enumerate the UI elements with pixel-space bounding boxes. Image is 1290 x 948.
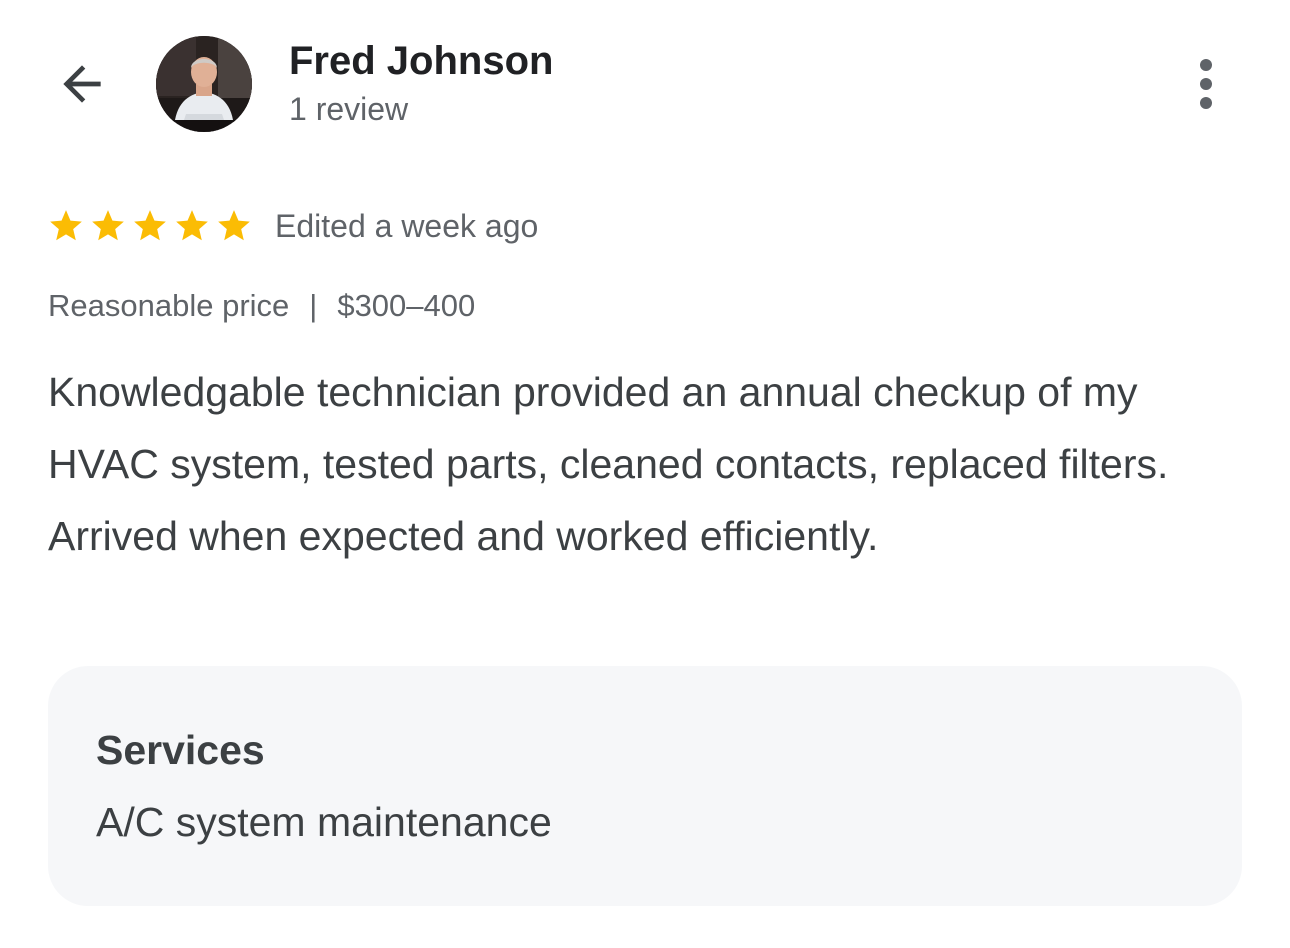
rating-row: Edited a week ago: [47, 204, 538, 248]
more-vert-icon: [1200, 59, 1212, 71]
services-card: Services A/C system maintenance: [48, 666, 1242, 906]
avatar[interactable]: [156, 36, 252, 132]
star-icon: [92, 210, 124, 241]
more-vert-icon-dot: [1200, 97, 1212, 109]
price-label: Reasonable price: [48, 288, 290, 323]
back-button[interactable]: [50, 52, 114, 116]
price-separator: |: [309, 288, 318, 323]
author-name[interactable]: Fred Johnson: [289, 36, 553, 86]
services-value: A/C system maintenance: [96, 799, 552, 845]
more-vert-icon-dot: [1200, 78, 1212, 90]
author-info: Fred Johnson 1 review: [289, 36, 553, 130]
price-range: $300–400: [337, 288, 476, 323]
review-text: Knowledgable technician provided an annu…: [48, 369, 1169, 559]
avatar-photo: [156, 36, 252, 132]
services-title: Services: [96, 727, 265, 773]
star-icon: [134, 210, 166, 241]
arrow-left-icon: [63, 65, 101, 103]
price-row: Reasonable price | $300–400: [48, 284, 475, 328]
star-icon: [176, 210, 208, 241]
more-options-button[interactable]: [1176, 52, 1236, 116]
edited-timestamp: Edited a week ago: [275, 207, 539, 244]
star-rating: [47, 207, 253, 245]
star-icon: [218, 210, 250, 241]
review-count: 1 review: [289, 91, 409, 127]
star-icon: [50, 210, 82, 241]
review-header: Fred Johnson 1 review: [0, 0, 1290, 170]
